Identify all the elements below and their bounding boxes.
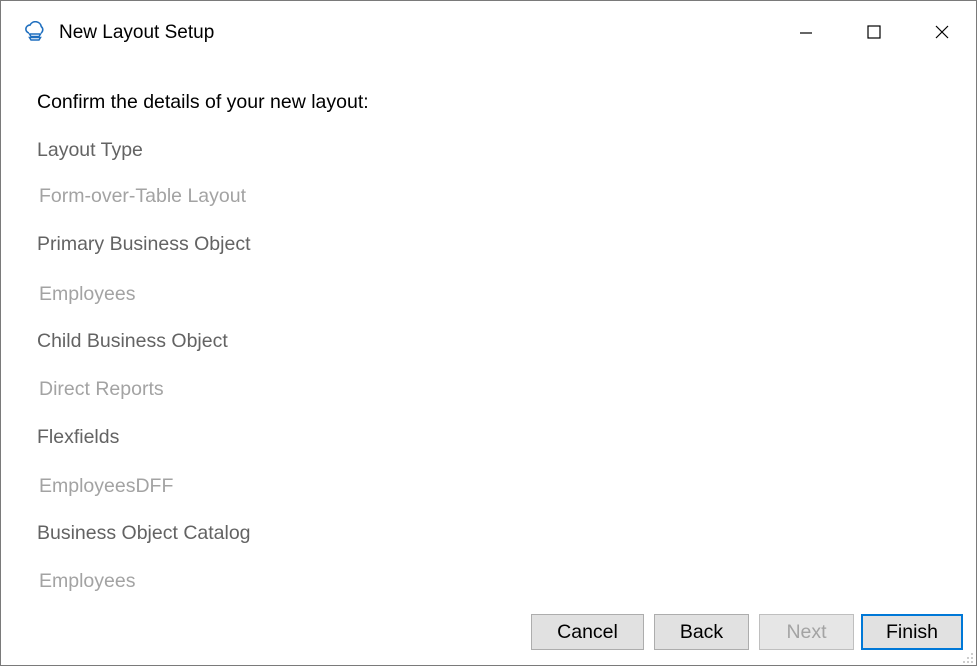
back-button[interactable]: Back: [654, 614, 749, 650]
layout-type-value: Form-over-Table Layout: [39, 185, 246, 207]
primary-business-object-label: Primary Business Object: [37, 233, 251, 255]
minimize-icon: [800, 32, 812, 34]
business-object-catalog-label: Business Object Catalog: [37, 522, 251, 544]
window-title: New Layout Setup: [59, 22, 215, 43]
business-object-catalog-value: Employees: [39, 570, 136, 592]
flexfields-value: EmployeesDFF: [39, 475, 174, 497]
maximize-icon: [867, 25, 881, 39]
child-business-object-label: Child Business Object: [37, 330, 228, 352]
close-icon: [935, 25, 949, 39]
finish-button[interactable]: Finish: [861, 614, 963, 650]
maximize-button[interactable]: [851, 9, 897, 55]
primary-business-object-value: Employees: [39, 283, 136, 305]
dialog-window: New Layout Setup Confirm the details of …: [0, 0, 977, 666]
summary-heading: Confirm the details of your new layout:: [37, 91, 369, 113]
flexfields-label: Flexfields: [37, 426, 120, 448]
next-button: Next: [759, 614, 854, 650]
child-business-object-value: Direct Reports: [39, 378, 164, 400]
resize-grip[interactable]: [962, 651, 974, 663]
minimize-button[interactable]: [783, 9, 829, 55]
close-button[interactable]: [919, 9, 965, 55]
cancel-button[interactable]: Cancel: [531, 614, 644, 650]
title-bar[interactable]: New Layout Setup: [1, 1, 976, 65]
layout-type-label: Layout Type: [37, 139, 143, 161]
cloud-stack-icon: [23, 20, 47, 45]
